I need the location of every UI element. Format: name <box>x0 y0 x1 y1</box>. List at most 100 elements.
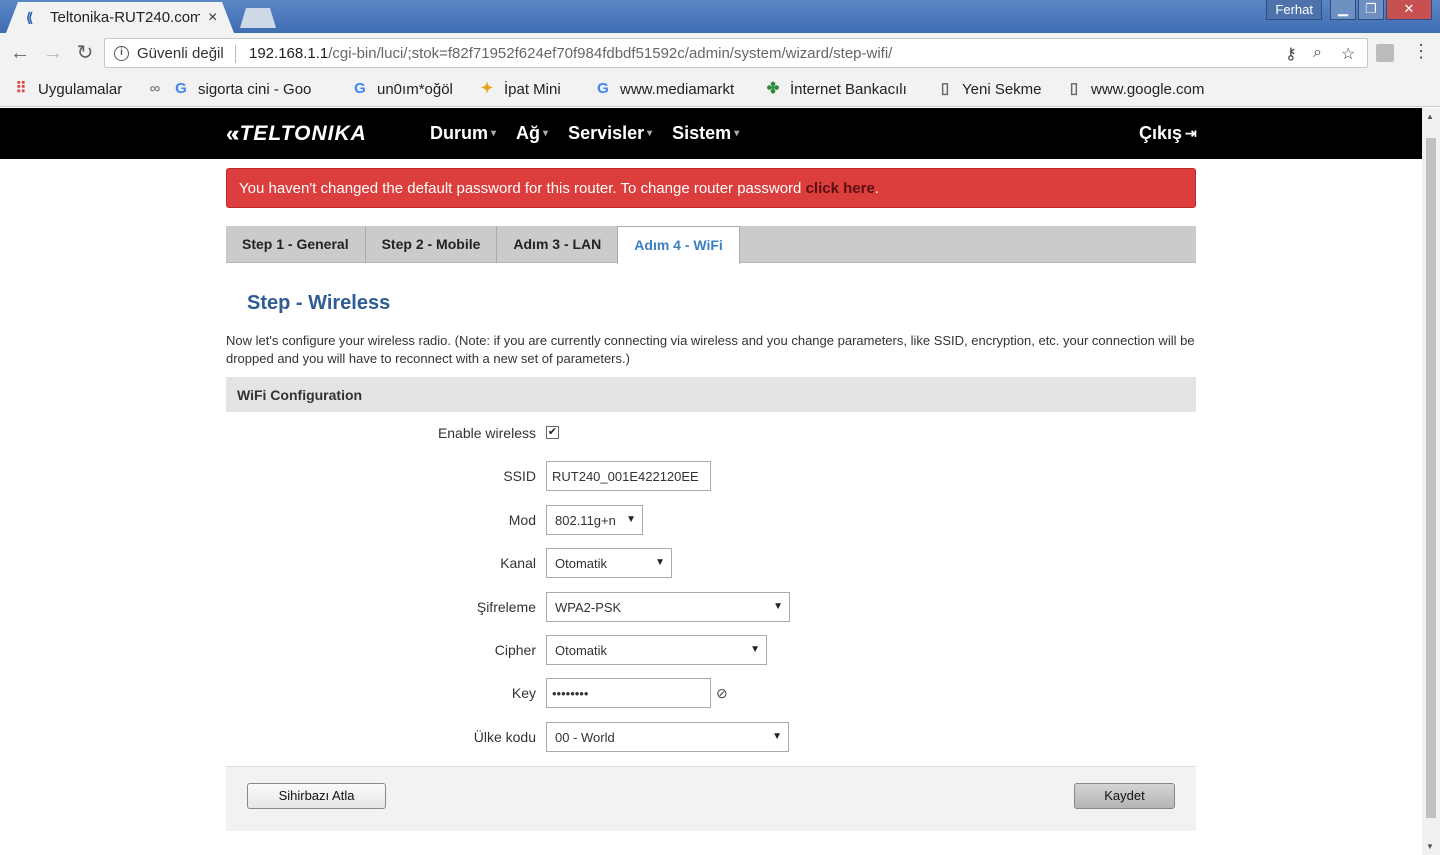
page-icon: ▯ <box>1069 80 1079 97</box>
cipher-select[interactable]: Otomatik ▼ <box>546 635 767 665</box>
bookmark-mediamarkt[interactable]: G www.mediamarkt <box>594 80 744 98</box>
tab-step-4-wifi[interactable]: Adım 4 - WiFi <box>617 226 740 264</box>
main-menu: Durum ▾ Ağ ▾ Servisler ▾ Sistem ▾ <box>430 123 739 144</box>
logout-button[interactable]: Çıkış ⇥ <box>1139 123 1197 144</box>
scroll-up-icon[interactable]: ▲ <box>1426 112 1434 121</box>
menu-sistem[interactable]: Sistem ▾ <box>672 123 739 144</box>
restore-icon[interactable]: ❐ <box>1358 0 1384 20</box>
bookmark-sigorta[interactable]: ∞ G sigorta cini - Goo <box>146 80 320 98</box>
encryption-select[interactable]: WPA2-PSK ▼ <box>546 592 790 622</box>
forward-icon[interactable]: → <box>41 41 65 65</box>
menu-ag[interactable]: Ağ ▾ <box>516 123 548 144</box>
country-label: Ülke kodu <box>473 729 536 745</box>
encryption-selected-value: WPA2-PSK <box>555 600 622 615</box>
logo-chevron-icon: «‹ <box>226 121 239 146</box>
scroll-down-icon[interactable]: ▼ <box>1426 842 1434 851</box>
enable-wireless-label: Enable wireless <box>437 425 536 441</box>
reload-icon[interactable]: ↻ <box>73 41 97 65</box>
zoom-icon[interactable]: ⌕ <box>1313 44 1322 62</box>
save-button[interactable]: Kaydet <box>1074 783 1175 809</box>
ssid-input[interactable] <box>546 461 711 491</box>
url-host: 192.168.1.1 <box>249 45 329 62</box>
apps-grid-icon: ⠿ <box>15 80 27 97</box>
window-user-badge[interactable]: Ferhat <box>1266 0 1322 20</box>
alert-text: You haven't changed the default password… <box>239 180 806 197</box>
mode-label: Mod <box>508 512 536 528</box>
page-icon: ▯ <box>940 80 950 97</box>
google-icon: G <box>175 80 187 97</box>
row-key: Key ⊘ <box>226 678 1196 708</box>
default-password-alert: You haven't changed the default password… <box>226 168 1196 208</box>
menu-servisler[interactable]: Servisler ▾ <box>568 123 652 144</box>
browser-tab-title: Teltonika-RUT240.com <box>50 9 200 26</box>
bookmark-label: Uygulamalar <box>38 80 123 98</box>
security-indicator[interactable]: Güvenli değil <box>137 45 224 62</box>
enable-wireless-checkbox[interactable]: ✔ <box>546 426 559 439</box>
country-select[interactable]: 00 - World ▼ <box>546 722 789 752</box>
info-icon[interactable]: i <box>114 46 129 61</box>
browser-menu-icon[interactable]: ⋮ <box>1412 41 1430 62</box>
caret-down-icon: ▾ <box>647 128 653 139</box>
key-input[interactable] <box>546 678 711 708</box>
menu-label: Ağ <box>516 123 541 143</box>
address-bar: ← → ↻ i Güvenli değil 192.168.1.1/cgi-bi… <box>0 33 1440 73</box>
bookmark-label: İpat Mini <box>504 80 561 98</box>
bookmark-label: www.mediamarkt <box>620 80 735 98</box>
page-title: Step - Wireless <box>247 292 391 314</box>
row-enable-wireless: Enable wireless ✔ <box>226 418 1196 448</box>
teltonika-logo[interactable]: «‹ TELTONIKA <box>226 121 367 147</box>
channel-select[interactable]: Otomatik ▼ <box>546 548 672 578</box>
scroll-thumb[interactable] <box>1426 138 1436 818</box>
tab-step-3-lan[interactable]: Adım 3 - LAN <box>497 226 617 263</box>
dropdown-arrow-icon: ▼ <box>750 644 760 655</box>
bookmark-label: İnternet Bankacılı <box>790 80 907 98</box>
close-window-icon[interactable]: ✕ <box>1386 0 1432 20</box>
caret-down-icon: ▾ <box>543 128 549 139</box>
bookmark-bank[interactable]: ✤ İnternet Bankacılı <box>764 80 914 98</box>
menu-label: Servisler <box>568 123 645 143</box>
browser-tab[interactable]: ⟪ Teltonika-RUT240.com × <box>6 2 234 33</box>
tab-step-2-mobile[interactable]: Step 2 - Mobile <box>366 226 498 263</box>
bookmark-ipat[interactable]: ✦ İpat Mini <box>478 80 561 98</box>
mode-selected-value: 802.11g+n <box>555 513 616 528</box>
bookmark-google[interactable]: ▯ www.google.com <box>1065 80 1215 98</box>
star-icon[interactable]: ☆ <box>1341 44 1355 64</box>
skip-wizard-button[interactable]: Sihirbazı Atla <box>247 783 386 809</box>
mode-select[interactable]: 802.11g+n ▼ <box>546 505 643 535</box>
channel-label: Kanal <box>500 555 536 571</box>
change-password-link[interactable]: click here <box>806 180 875 197</box>
row-encryption: Şifreleme WPA2-PSK ▼ <box>226 592 1196 622</box>
teltonika-favicon-icon: ⟪ <box>26 9 34 25</box>
pdf-extension-icon[interactable] <box>1376 44 1394 62</box>
dropdown-arrow-icon: ▼ <box>626 514 636 525</box>
caret-down-icon: ▾ <box>491 128 497 139</box>
bookmark-new-tab[interactable]: ▯ Yeni Sekme <box>936 80 1042 98</box>
country-selected-value: 00 - World <box>555 730 615 745</box>
menu-durum[interactable]: Durum ▾ <box>430 123 496 144</box>
bookmark-unoim[interactable]: G un0ım*oğöl <box>351 80 453 98</box>
row-mode: Mod 802.11g+n ▼ <box>226 505 1196 535</box>
url-omnibox[interactable]: i Güvenli değil 192.168.1.1/cgi-bin/luci… <box>104 38 1368 68</box>
section-header: WiFi Configuration <box>226 377 1196 412</box>
page-scrollbar[interactable]: ▲ ▼ <box>1422 108 1440 855</box>
bookmark-apps[interactable]: ⠿ Uygulamalar <box>12 80 123 98</box>
cipher-label: Cipher <box>494 642 536 658</box>
new-tab-button[interactable] <box>240 8 276 28</box>
wizard-step-tabs: Step 1 - General Step 2 - Mobile Adım 3 … <box>226 226 1196 264</box>
bookmark-label: sigorta cini - Goo <box>198 80 312 98</box>
url-text[interactable]: 192.168.1.1/cgi-bin/luci/;stok=f82f71952… <box>249 45 892 62</box>
row-country: Ülke kodu 00 - World ▼ <box>226 722 1196 752</box>
close-tab-icon[interactable]: × <box>208 9 217 27</box>
wizard-footer: Sihirbazı Atla Kaydet <box>226 766 1196 831</box>
back-icon[interactable]: ← <box>8 41 32 65</box>
key-icon[interactable]: ⚷ <box>1285 44 1297 64</box>
bookmark-label: www.google.com <box>1091 80 1205 98</box>
minimize-icon[interactable]: ▁ <box>1330 0 1356 20</box>
ssid-label: SSID <box>503 468 536 484</box>
google-icon: G <box>597 80 609 97</box>
toggle-password-visibility-icon[interactable]: ⊘ <box>716 685 732 701</box>
bookmark-label: Yeni Sekme <box>962 80 1042 98</box>
row-ssid: SSID <box>226 461 1196 491</box>
window-controls: Ferhat ▁ ❐ ✕ <box>1266 0 1432 20</box>
tab-step-1-general[interactable]: Step 1 - General <box>226 226 366 263</box>
